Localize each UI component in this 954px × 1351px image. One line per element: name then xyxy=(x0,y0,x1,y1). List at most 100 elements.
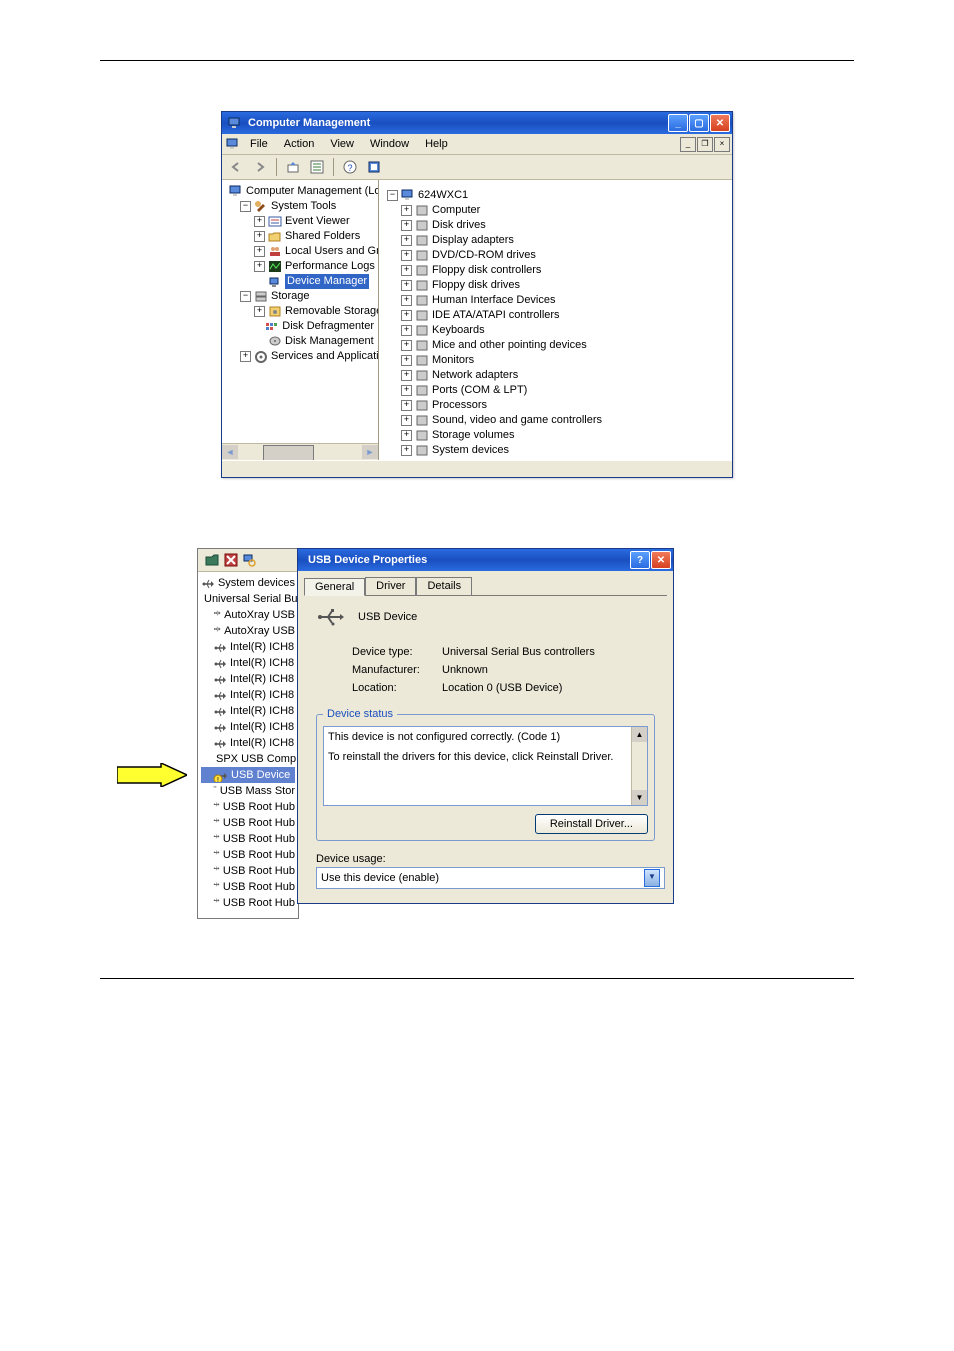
device-category[interactable]: + Keyboards xyxy=(387,323,724,338)
category-label[interactable]: Network adapters xyxy=(432,368,518,383)
expand-icon[interactable]: + xyxy=(401,355,412,366)
category-label[interactable]: Sound, video and game controllers xyxy=(432,413,602,428)
toolbar-refresh-button[interactable] xyxy=(364,157,384,177)
tree-removable-storage[interactable]: Removable Storage xyxy=(285,304,379,319)
usb-tree-item[interactable]: USB Root Hub xyxy=(201,863,295,879)
usb-tree-item[interactable]: Intel(R) ICH8 xyxy=(201,639,295,655)
expand-icon[interactable]: + xyxy=(401,325,412,336)
expand-icon[interactable]: + xyxy=(401,250,412,261)
usb-tree-label[interactable]: Intel(R) ICH8 xyxy=(230,735,294,751)
category-label[interactable]: Floppy disk drives xyxy=(432,278,520,293)
expand-icon[interactable]: + xyxy=(240,351,251,362)
device-category[interactable]: + Disk drives xyxy=(387,218,724,233)
device-category[interactable]: + Floppy disk drives xyxy=(387,278,724,293)
device-category[interactable]: +Mice and other pointing devices xyxy=(387,338,724,353)
category-label[interactable]: Computer xyxy=(432,203,480,218)
collapse-icon[interactable]: − xyxy=(240,291,251,302)
category-label[interactable]: System devices xyxy=(432,443,509,458)
expand-icon[interactable]: + xyxy=(401,340,412,351)
usb-tree-item[interactable]: Intel(R) ICH8 xyxy=(201,703,295,719)
usb-tree-label[interactable]: Intel(R) ICH8 xyxy=(230,639,294,655)
usb-tree-item[interactable]: SPX USB Comp xyxy=(201,751,295,767)
category-label[interactable]: Storage volumes xyxy=(432,428,515,443)
device-category[interactable]: + Monitors xyxy=(387,353,724,368)
tree-disk-mgmt[interactable]: Disk Management xyxy=(285,334,374,349)
usb-tree-item[interactable]: Intel(R) ICH8 xyxy=(201,719,295,735)
menu-file[interactable]: File xyxy=(242,136,276,152)
tree-services[interactable]: Services and Applications xyxy=(271,349,379,364)
mdi-restore-button[interactable]: ❐ xyxy=(697,137,713,152)
usb-tree-item[interactable]: System devices xyxy=(201,575,295,591)
toolbar-up-button[interactable] xyxy=(283,157,303,177)
scroll-down-icon[interactable]: ▼ xyxy=(632,790,647,805)
nav-forward-button[interactable] xyxy=(250,157,270,177)
tree-defrag[interactable]: Disk Defragmenter xyxy=(282,319,374,334)
expand-icon[interactable]: + xyxy=(401,280,412,291)
device-category[interactable]: +Processors xyxy=(387,398,724,413)
device-tree[interactable]: −624WXC1 +Computer+Disk drives+Display a… xyxy=(383,184,728,460)
usb-tree-label[interactable]: Intel(R) ICH8 xyxy=(230,655,294,671)
tree-perf-logs[interactable]: Performance Logs and Alerts xyxy=(285,259,379,274)
menu-action[interactable]: Action xyxy=(276,136,323,152)
menu-view[interactable]: View xyxy=(322,136,362,152)
expand-icon[interactable]: + xyxy=(254,306,265,317)
device-category[interactable]: + Network adapters xyxy=(387,368,724,383)
usb-tree-label[interactable]: USB Mass Stor xyxy=(220,783,295,799)
toolbar-properties-button[interactable] xyxy=(307,157,327,177)
usb-tree-label[interactable]: AutoXray USB xyxy=(224,623,295,639)
usb-tree-item[interactable]: Intel(R) ICH8 xyxy=(201,687,295,703)
usb-tree-item[interactable]: USB Root Hub xyxy=(201,799,295,815)
usb-tree-label[interactable]: USB Root Hub xyxy=(223,799,295,815)
usb-tree-label[interactable]: Intel(R) ICH8 xyxy=(230,719,294,735)
category-label[interactable]: Universal Serial Bus controllers xyxy=(432,458,585,460)
expand-icon[interactable]: + xyxy=(401,430,412,441)
tree-shared-folders[interactable]: Shared Folders xyxy=(285,229,360,244)
chevron-down-icon[interactable]: ▼ xyxy=(644,869,660,887)
menu-window[interactable]: Window xyxy=(362,136,417,152)
category-label[interactable]: Disk drives xyxy=(432,218,486,233)
minimize-button[interactable]: _ xyxy=(668,114,688,132)
usb-tree-item[interactable]: Intel(R) ICH8 xyxy=(201,671,295,687)
usb-tree-label[interactable]: USB Root Hub xyxy=(223,863,295,879)
expand-icon[interactable]: + xyxy=(401,400,412,411)
tree-local-users[interactable]: Local Users and Groups xyxy=(285,244,379,259)
close-button[interactable]: ✕ xyxy=(710,114,730,132)
device-category[interactable]: + Computer xyxy=(387,203,724,218)
tree-storage[interactable]: Storage xyxy=(271,289,310,304)
scroll-right-icon[interactable]: ► xyxy=(362,445,378,459)
device-category[interactable]: +Human Interface Devices xyxy=(387,293,724,308)
usb-controllers-tree[interactable]: System devicesUniversal Serial BuAutoXra… xyxy=(198,572,298,914)
category-label[interactable]: DVD/CD-ROM drives xyxy=(432,248,536,263)
usb-tree-item[interactable]: AutoXray USB xyxy=(201,607,295,623)
device-usage-combo[interactable]: Use this device (enable) ▼ xyxy=(316,867,665,889)
usb-tree-label[interactable]: Intel(R) ICH8 xyxy=(230,703,294,719)
usb-tree-label[interactable]: USB Root Hub xyxy=(223,831,295,847)
maximize-button[interactable]: ▢ xyxy=(689,114,709,132)
usb-tree-label[interactable]: Intel(R) ICH8 xyxy=(230,687,294,703)
usb-tree-label[interactable]: USB Root Hub xyxy=(223,815,295,831)
expand-icon[interactable]: + xyxy=(401,265,412,276)
reinstall-driver-button[interactable]: Reinstall Driver... xyxy=(535,814,648,834)
category-label[interactable]: Keyboards xyxy=(432,323,485,338)
usb-tree-item[interactable]: Intel(R) ICH8 xyxy=(201,655,295,671)
category-label[interactable]: Monitors xyxy=(432,353,474,368)
category-label[interactable]: Display adapters xyxy=(432,233,514,248)
usb-tree-item[interactable]: USB Mass Stor xyxy=(201,783,295,799)
expand-icon[interactable]: + xyxy=(401,370,412,381)
device-category[interactable]: + DVD/CD-ROM drives xyxy=(387,248,724,263)
expand-icon[interactable]: + xyxy=(401,235,412,246)
collapse-icon[interactable]: − xyxy=(240,201,251,212)
expand-icon[interactable]: + xyxy=(401,220,412,231)
device-category[interactable]: +IDE ATA/ATAPI controllers xyxy=(387,308,724,323)
expand-icon[interactable]: + xyxy=(401,445,412,456)
usb-tree-item[interactable]: USB Root Hub xyxy=(201,895,295,911)
usb-tree-label[interactable]: Intel(R) ICH8 xyxy=(230,671,294,687)
nav-back-button[interactable] xyxy=(226,157,246,177)
usb-tree-item[interactable]: USB Root Hub xyxy=(201,815,295,831)
usb-tree-item[interactable]: USB Root Hub xyxy=(201,879,295,895)
menu-help[interactable]: Help xyxy=(417,136,456,152)
collapse-icon[interactable]: − xyxy=(387,190,398,201)
expand-icon[interactable]: + xyxy=(401,205,412,216)
usb-tree-label[interactable]: USB Root Hub xyxy=(223,895,295,911)
usb-tree-label[interactable]: System devices xyxy=(218,575,295,591)
